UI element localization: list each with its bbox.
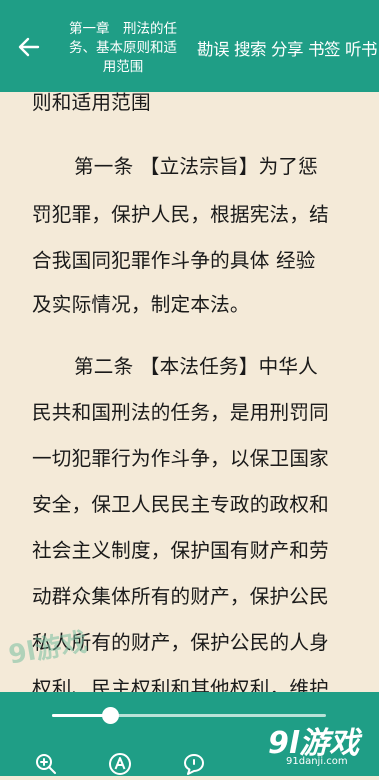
text-line: 第二条 【本法任务】中华人 bbox=[74, 355, 318, 378]
reading-area[interactable]: 则和适用范围 第一条 【立法宗旨】为了惩 罚犯罪，保护人民，根据宪法，结 合我国… bbox=[0, 92, 379, 692]
text-line: 动群众集体所有的财产，保护公民 bbox=[32, 585, 329, 608]
text-line: 罚犯罪，保护人民，根据宪法，结 bbox=[32, 203, 329, 226]
search-button[interactable]: 搜索 bbox=[234, 36, 267, 60]
back-button[interactable] bbox=[12, 30, 46, 64]
bookmark-button[interactable]: 书签 bbox=[308, 36, 341, 60]
text-line: 社会主义制度，保护国有财产和劳 bbox=[32, 539, 329, 562]
zoom-in-icon bbox=[36, 754, 56, 774]
listen-button[interactable]: 听书 bbox=[345, 36, 378, 60]
font-button[interactable] bbox=[108, 752, 132, 776]
header-actions: 勘误 搜索 分享 书签 听书 bbox=[197, 36, 378, 60]
share-button[interactable]: 分享 bbox=[271, 36, 304, 60]
text-line: 合我国同犯罪作斗争的具体 经验 bbox=[32, 249, 316, 272]
text-line: 及实际情况，制定本法。 bbox=[32, 293, 250, 316]
chapter-title: 第一章 刑法的任 务、基本原则和适 用范围 bbox=[58, 20, 188, 77]
text-line: 民共和国刑法的任务，是用刑罚同 bbox=[32, 401, 329, 424]
back-arrow-icon bbox=[18, 37, 40, 57]
text-line: 第一条 【立法宗旨】为了惩 bbox=[74, 155, 318, 178]
comment-icon bbox=[184, 754, 204, 775]
chapter-title-line: 第一章 刑法的任 bbox=[69, 21, 177, 37]
progress-fill bbox=[52, 714, 110, 717]
chapter-title-line: 务、基本原则和适 bbox=[69, 40, 177, 56]
font-icon bbox=[109, 753, 131, 775]
progress-slider[interactable] bbox=[52, 707, 326, 724]
zoom-button[interactable] bbox=[34, 752, 58, 776]
progress-thumb[interactable] bbox=[101, 707, 119, 724]
text-line: 权利、民主权利和其他权利，维护 bbox=[32, 677, 329, 692]
top-bar: 第一章 刑法的任 务、基本原则和适 用范围 勘误 搜索 分享 书签 听书 bbox=[0, 0, 379, 92]
text-line: 一切犯罪行为作斗争，以保卫国家 bbox=[32, 447, 329, 470]
watermark-url: 91danji.com bbox=[286, 756, 348, 767]
chapter-title-line: 用范围 bbox=[102, 59, 144, 75]
text-line: 安全，保卫人民民主专政的政权和 bbox=[32, 493, 329, 516]
errata-button[interactable]: 勘误 bbox=[197, 36, 230, 60]
comment-button[interactable] bbox=[182, 752, 206, 776]
text-line: 则和适用范围 bbox=[32, 92, 151, 114]
